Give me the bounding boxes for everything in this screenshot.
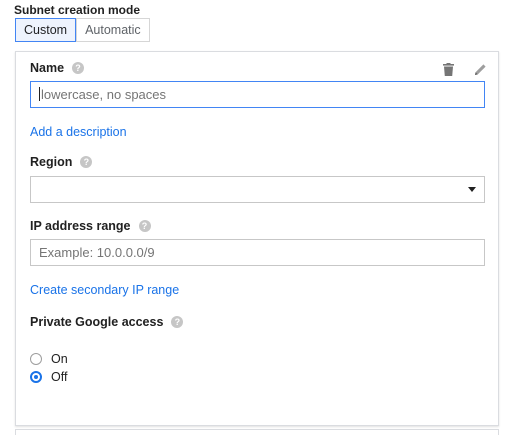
subnet-card: Name ? lowercase, no spaces Add a descri… bbox=[15, 51, 499, 426]
help-icon[interactable]: ? bbox=[72, 62, 85, 74]
name-placeholder: lowercase, no spaces bbox=[41, 87, 167, 102]
name-label: Name bbox=[30, 61, 65, 75]
region-select[interactable] bbox=[30, 176, 485, 203]
subnet-form-page: Subnet creation mode Custom Automatic Na… bbox=[0, 0, 514, 435]
add-description-link[interactable]: Add a description bbox=[30, 125, 127, 139]
radio-on-option[interactable]: On bbox=[30, 352, 68, 366]
next-card-edge bbox=[15, 429, 499, 435]
pencil-icon[interactable] bbox=[474, 63, 487, 81]
radio-off[interactable] bbox=[30, 371, 42, 383]
ip-range-placeholder: Example: 10.0.0.0/9 bbox=[39, 245, 155, 260]
mode-custom-button[interactable]: Custom bbox=[15, 18, 77, 42]
radio-on-label: On bbox=[51, 352, 68, 366]
private-access-label: Private Google access bbox=[30, 315, 164, 329]
subnet-mode-title: Subnet creation mode bbox=[14, 3, 141, 17]
name-label-row: Name ? bbox=[30, 61, 85, 75]
ip-range-label-row: IP address range ? bbox=[30, 219, 151, 233]
radio-off-option[interactable]: Off bbox=[30, 370, 67, 384]
create-secondary-ip-link[interactable]: Create secondary IP range bbox=[30, 283, 179, 297]
region-label-row: Region ? bbox=[30, 155, 93, 169]
text-caret bbox=[39, 87, 40, 101]
name-input[interactable]: lowercase, no spaces bbox=[30, 81, 485, 108]
ip-range-input[interactable]: Example: 10.0.0.0/9 bbox=[30, 239, 485, 266]
radio-on[interactable] bbox=[30, 353, 42, 365]
help-icon[interactable]: ? bbox=[80, 156, 93, 168]
mode-automatic-button[interactable]: Automatic bbox=[76, 19, 149, 41]
private-access-label-row: Private Google access ? bbox=[30, 315, 184, 329]
help-icon[interactable]: ? bbox=[138, 220, 151, 232]
chevron-down-icon bbox=[468, 187, 476, 192]
ip-range-label: IP address range bbox=[30, 219, 131, 233]
region-label: Region bbox=[30, 155, 73, 169]
radio-off-label: Off bbox=[51, 370, 68, 384]
help-icon[interactable]: ? bbox=[171, 316, 184, 328]
subnet-mode-toggle: Custom Automatic bbox=[15, 18, 150, 42]
trash-icon[interactable] bbox=[443, 63, 454, 81]
